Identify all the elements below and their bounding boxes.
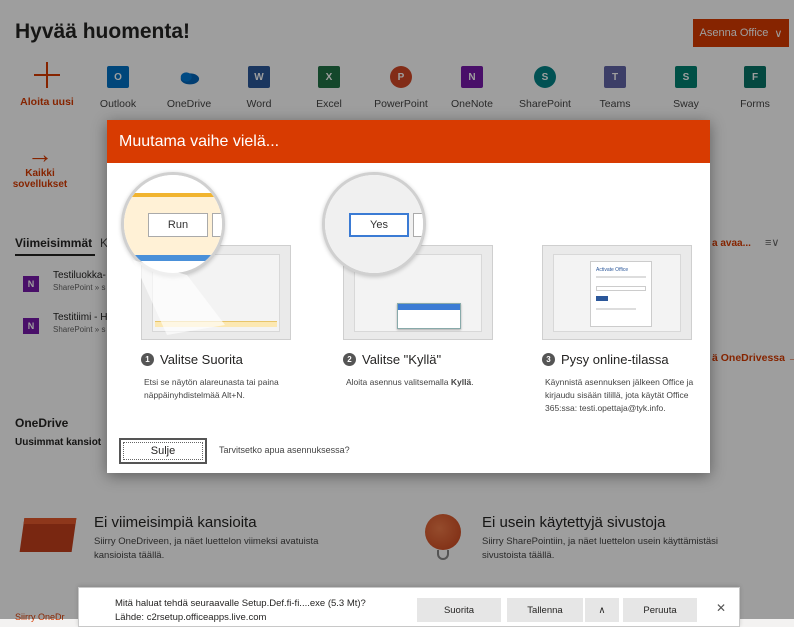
- help-link[interactable]: Tarvitsetko apua asennuksessa?: [219, 445, 350, 455]
- step-2-title: 2 Valitse "Kyllä": [343, 352, 441, 367]
- step-number: 2: [343, 353, 356, 366]
- step-title-text: Valitse "Kyllä": [362, 352, 442, 367]
- close-icon[interactable]: ✕: [716, 601, 726, 615]
- activate-office-mock: Activate Office: [590, 261, 652, 327]
- cancel-button[interactable]: Peruuta: [623, 598, 697, 622]
- button-mock-edge: [413, 213, 423, 237]
- step-2-desc: Aloita asennus valitsemalla Kyllä.: [346, 376, 506, 389]
- mock-line: [596, 308, 636, 310]
- step-title-text: Pysy online-tilassa: [561, 352, 669, 367]
- chevron-up-icon[interactable]: ∧: [585, 598, 619, 622]
- run-button[interactable]: Suorita: [417, 598, 501, 622]
- save-button[interactable]: Tallenna: [507, 598, 583, 622]
- download-source: Lähde: c2rsetup.officeapps.live.com: [115, 612, 267, 623]
- step-1-desc: Etsi se näytön alareunasta tai paina näp…: [144, 377, 279, 400]
- close-button[interactable]: Sulje: [119, 438, 207, 464]
- step-title-text: Valitse Suorita: [160, 352, 243, 367]
- step-3-desc: Käynnistä asennuksen jälkeen Office ja k…: [545, 377, 694, 413]
- desc-text: Aloita asennus valitsemalla: [346, 377, 451, 387]
- uac-dialog-mock: [397, 303, 461, 329]
- step-3-title: 3 Pysy online-tilassa: [542, 352, 669, 367]
- download-question: Mitä haluat tehdä seuraavalle Setup.Def.…: [115, 598, 366, 609]
- close-button-label: Sulje: [123, 442, 203, 460]
- zoom-circle-yes: Yes: [322, 172, 426, 276]
- step-1-title: 1 Valitse Suorita: [141, 352, 243, 367]
- desc-bold: Kyllä: [450, 377, 472, 387]
- download-notification-bar: Mitä haluat tehdä seuraavalle Setup.Def.…: [78, 587, 740, 627]
- install-steps-dialog: Muutama vaihe vielä... Run 1 Valitse Suo…: [107, 120, 710, 473]
- step-number: 1: [141, 353, 154, 366]
- mock-button: [596, 296, 608, 301]
- mock-input: [596, 286, 646, 291]
- desc-end: .: [471, 377, 474, 387]
- activate-heading: Activate Office: [596, 267, 629, 273]
- screen-area: Activate Office: [553, 254, 681, 332]
- step-number: 3: [542, 353, 555, 366]
- uac-header: [398, 304, 460, 310]
- mock-line: [596, 276, 646, 278]
- yes-button-mock: Yes: [349, 213, 409, 237]
- screen-illustration: Activate Office: [542, 245, 692, 340]
